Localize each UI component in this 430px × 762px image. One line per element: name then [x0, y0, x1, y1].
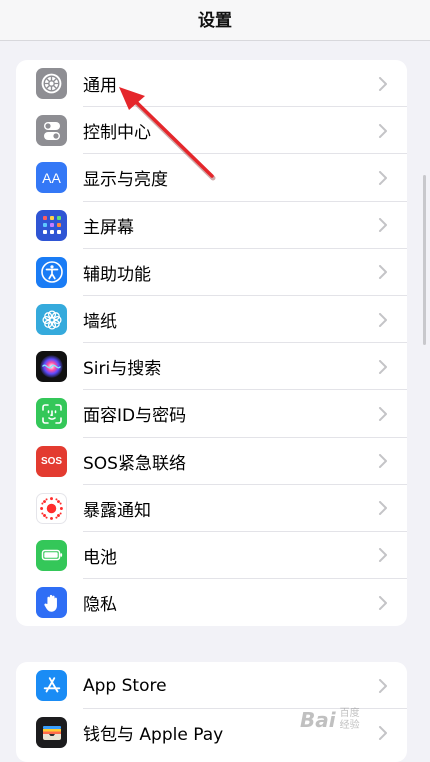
icon-glyph-aa: AA: [42, 169, 61, 186]
settings-group-main: 通用 控制中心 AA 显示与亮度 主屏幕 辅助功能 墙纸 Siri与搜索 面容I…: [16, 60, 407, 626]
chevron-right-icon: [379, 265, 387, 280]
settings-row-label: 钱包与 Apple Pay: [83, 725, 224, 746]
face-id-icon: [36, 398, 67, 430]
chevron-right-icon: [379, 218, 387, 233]
wallpaper-icon: [36, 304, 67, 336]
settings-row-emergency-sos[interactable]: SOS SOS紧急联络: [16, 438, 407, 485]
chevron-right-icon: [379, 595, 387, 610]
chevron-right-icon: [379, 501, 387, 516]
settings-row-label: 隐私: [83, 595, 117, 616]
home-screen-icon: [36, 209, 67, 241]
chevron-right-icon: [379, 454, 387, 469]
settings-row-label: App Store: [83, 675, 167, 696]
scrollbar[interactable]: [423, 175, 426, 345]
watermark-sub: 百度 经验: [340, 708, 360, 732]
control-center-icon: [36, 115, 67, 147]
battery-icon: [36, 539, 67, 571]
chevron-right-icon: [379, 170, 387, 185]
navigation-bar: 设置: [0, 0, 430, 41]
settings-row-label: 暴露通知: [83, 500, 151, 521]
settings-row-label: 面容ID与密码: [83, 406, 187, 427]
settings-row-label: Siri与搜索: [83, 359, 162, 380]
settings-row-display-brightness[interactable]: AA 显示与亮度: [16, 154, 407, 202]
settings-row-exposure-notifications[interactable]: 暴露通知: [16, 485, 407, 532]
page-title: 设置: [198, 10, 232, 31]
settings-row-label: 控制中心: [83, 123, 151, 144]
chevron-right-icon: [379, 76, 387, 91]
settings-row-label: 辅助功能: [83, 264, 151, 285]
settings-row-face-id-passcode[interactable]: 面容ID与密码: [16, 390, 407, 438]
settings-row-wallpaper[interactable]: 墙纸: [16, 296, 407, 344]
settings-row-privacy[interactable]: 隐私: [16, 579, 407, 626]
chevron-right-icon: [379, 678, 387, 693]
settings-row-label: 电池: [83, 547, 117, 568]
watermark-logo: Bai 百度 经验: [300, 700, 420, 740]
accessibility-icon: [36, 256, 67, 288]
siri-icon: [36, 351, 67, 383]
gear-icon: [36, 68, 67, 100]
chevron-right-icon: [379, 359, 387, 374]
settings-row-label: 墙纸: [83, 312, 117, 333]
watermark-brand: Bai: [300, 708, 336, 732]
chevron-right-icon: [379, 548, 387, 563]
settings-row-control-center[interactable]: 控制中心: [16, 107, 407, 155]
watermark-sub-line2: 经验: [339, 720, 360, 731]
app-store-icon: [36, 670, 67, 702]
settings-row-home-screen[interactable]: 主屏幕: [16, 202, 407, 249]
icon-glyph-sos: SOS: [40, 455, 63, 467]
display-brightness-icon: AA: [36, 162, 67, 194]
exposure-notification-icon: [36, 492, 67, 524]
settings-row-accessibility[interactable]: 辅助功能: [16, 249, 407, 296]
chevron-right-icon: [379, 123, 387, 138]
chevron-right-icon: [379, 406, 387, 421]
wallet-icon: [36, 717, 67, 749]
settings-row-siri-search[interactable]: Siri与搜索: [16, 343, 407, 391]
sos-icon: SOS: [36, 445, 67, 477]
settings-row-label: 主屏幕: [83, 217, 134, 238]
settings-row-label: 显示与亮度: [83, 170, 168, 191]
settings-row-general[interactable]: 通用: [16, 60, 407, 108]
watermark-sub-line1: 百度: [339, 708, 360, 719]
settings-row-label: 通用: [83, 76, 117, 97]
chevron-right-icon: [379, 312, 387, 327]
settings-row-label: SOS紧急联络: [83, 453, 186, 474]
privacy-hand-icon: [36, 587, 67, 619]
settings-row-battery[interactable]: 电池: [16, 532, 407, 580]
